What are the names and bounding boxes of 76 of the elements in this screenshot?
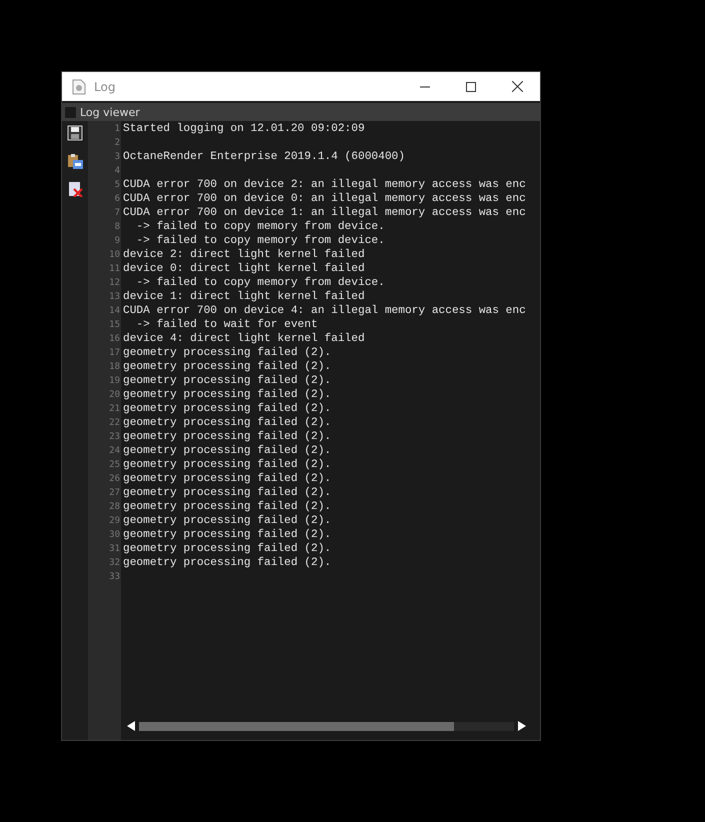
- panel-checkbox[interactable]: [65, 106, 76, 118]
- scroll-left-icon[interactable]: [127, 721, 135, 731]
- line-number: 8: [114, 221, 121, 234]
- minimize-icon: [420, 86, 430, 88]
- line-number: 21: [108, 403, 121, 416]
- maximize-icon: [466, 82, 476, 92]
- log-line: CUDA error 700 on device 0: an illegal memory access was enc: [123, 192, 527, 206]
- line-number: 3: [114, 151, 121, 164]
- window-title: Log: [94, 80, 116, 94]
- log-line: device 4: direct light kernel failed: [123, 332, 366, 346]
- line-number: 27: [108, 487, 121, 500]
- log-line: CUDA error 700 on device 2: an illegal memory access was enc: [123, 178, 527, 192]
- line-number: 6: [114, 193, 121, 206]
- log-line: -> failed to wait for event: [135, 318, 319, 332]
- scrollbar-thumb[interactable]: [139, 722, 454, 730]
- log-line: CUDA error 700 on device 4: an illegal memory access was enc: [123, 304, 527, 318]
- line-number: 23: [108, 431, 121, 444]
- line-number: 1: [114, 123, 121, 136]
- line-number: 10: [108, 249, 121, 262]
- line-number: 30: [108, 529, 121, 542]
- line-number: 13: [108, 291, 121, 304]
- line-number: 16: [108, 333, 121, 346]
- log-line: geometry processing failed (2).: [123, 430, 332, 444]
- close-icon: [512, 81, 522, 92]
- log-line: geometry processing failed (2).: [123, 388, 332, 402]
- line-number: 14: [108, 305, 121, 318]
- log-line: geometry processing failed (2).: [123, 472, 332, 486]
- line-number: 15: [108, 319, 121, 332]
- line-number: 26: [108, 473, 121, 486]
- log-line: geometry processing failed (2).: [123, 514, 332, 528]
- line-number: 12: [108, 277, 121, 290]
- log-line: geometry processing failed (2).: [123, 374, 332, 388]
- line-number: 33: [108, 571, 121, 584]
- app-icon: [72, 78, 86, 94]
- line-number: 17: [108, 347, 121, 360]
- line-number: 11: [108, 263, 121, 276]
- clear-log-icon[interactable]: [67, 181, 83, 197]
- log-line: CUDA error 700 on device 1: an illegal memory access was enc: [123, 206, 527, 220]
- log-line: geometry processing failed (2).: [123, 486, 332, 500]
- line-number: 28: [108, 501, 121, 514]
- log-line: OctaneRender Enterprise 2019.1.4 (6000400): [123, 150, 406, 164]
- paste-icon[interactable]: [67, 153, 83, 169]
- line-number: 20: [108, 389, 121, 402]
- line-number: 22: [108, 417, 121, 430]
- line-number: 29: [108, 515, 121, 528]
- line-number: 32: [108, 557, 121, 570]
- log-line: geometry processing failed (2).: [123, 528, 332, 542]
- log-line: geometry processing failed (2).: [123, 444, 332, 458]
- line-number: 5: [114, 179, 121, 192]
- log-line: device 0: direct light kernel failed: [123, 262, 366, 276]
- log-line: -> failed to copy memory from device.: [135, 276, 386, 290]
- log-line: geometry processing failed (2).: [123, 556, 332, 570]
- log-line: Started logging on 12.01.20 09:02:09: [123, 122, 366, 136]
- line-number: 31: [108, 543, 121, 556]
- log-line: device 2: direct light kernel failed: [123, 248, 366, 262]
- log-line: geometry processing failed (2).: [123, 346, 332, 360]
- line-number: 7: [114, 207, 121, 220]
- line-number: 19: [108, 375, 121, 388]
- line-number: 18: [108, 361, 121, 374]
- log-line: device 1: direct light kernel failed: [123, 290, 366, 304]
- log-line: -> failed to copy memory from device.: [135, 234, 386, 248]
- log-line: geometry processing failed (2).: [123, 360, 332, 374]
- line-number: 2: [114, 137, 121, 150]
- line-number: 25: [108, 459, 121, 472]
- save-icon[interactable]: [67, 125, 83, 141]
- log-line: geometry processing failed (2).: [123, 458, 332, 472]
- log-line: geometry processing failed (2).: [123, 500, 332, 514]
- line-number: 24: [108, 445, 121, 458]
- line-number: 4: [114, 165, 121, 178]
- scroll-right-icon[interactable]: [518, 721, 526, 731]
- log-line: geometry processing failed (2).: [123, 542, 332, 556]
- line-number: 9: [114, 235, 121, 248]
- log-line: -> failed to copy memory from device.: [135, 220, 386, 234]
- log-line: geometry processing failed (2).: [123, 416, 332, 430]
- panel-title: Log viewer: [80, 106, 140, 118]
- log-line: geometry processing failed (2).: [123, 402, 332, 416]
